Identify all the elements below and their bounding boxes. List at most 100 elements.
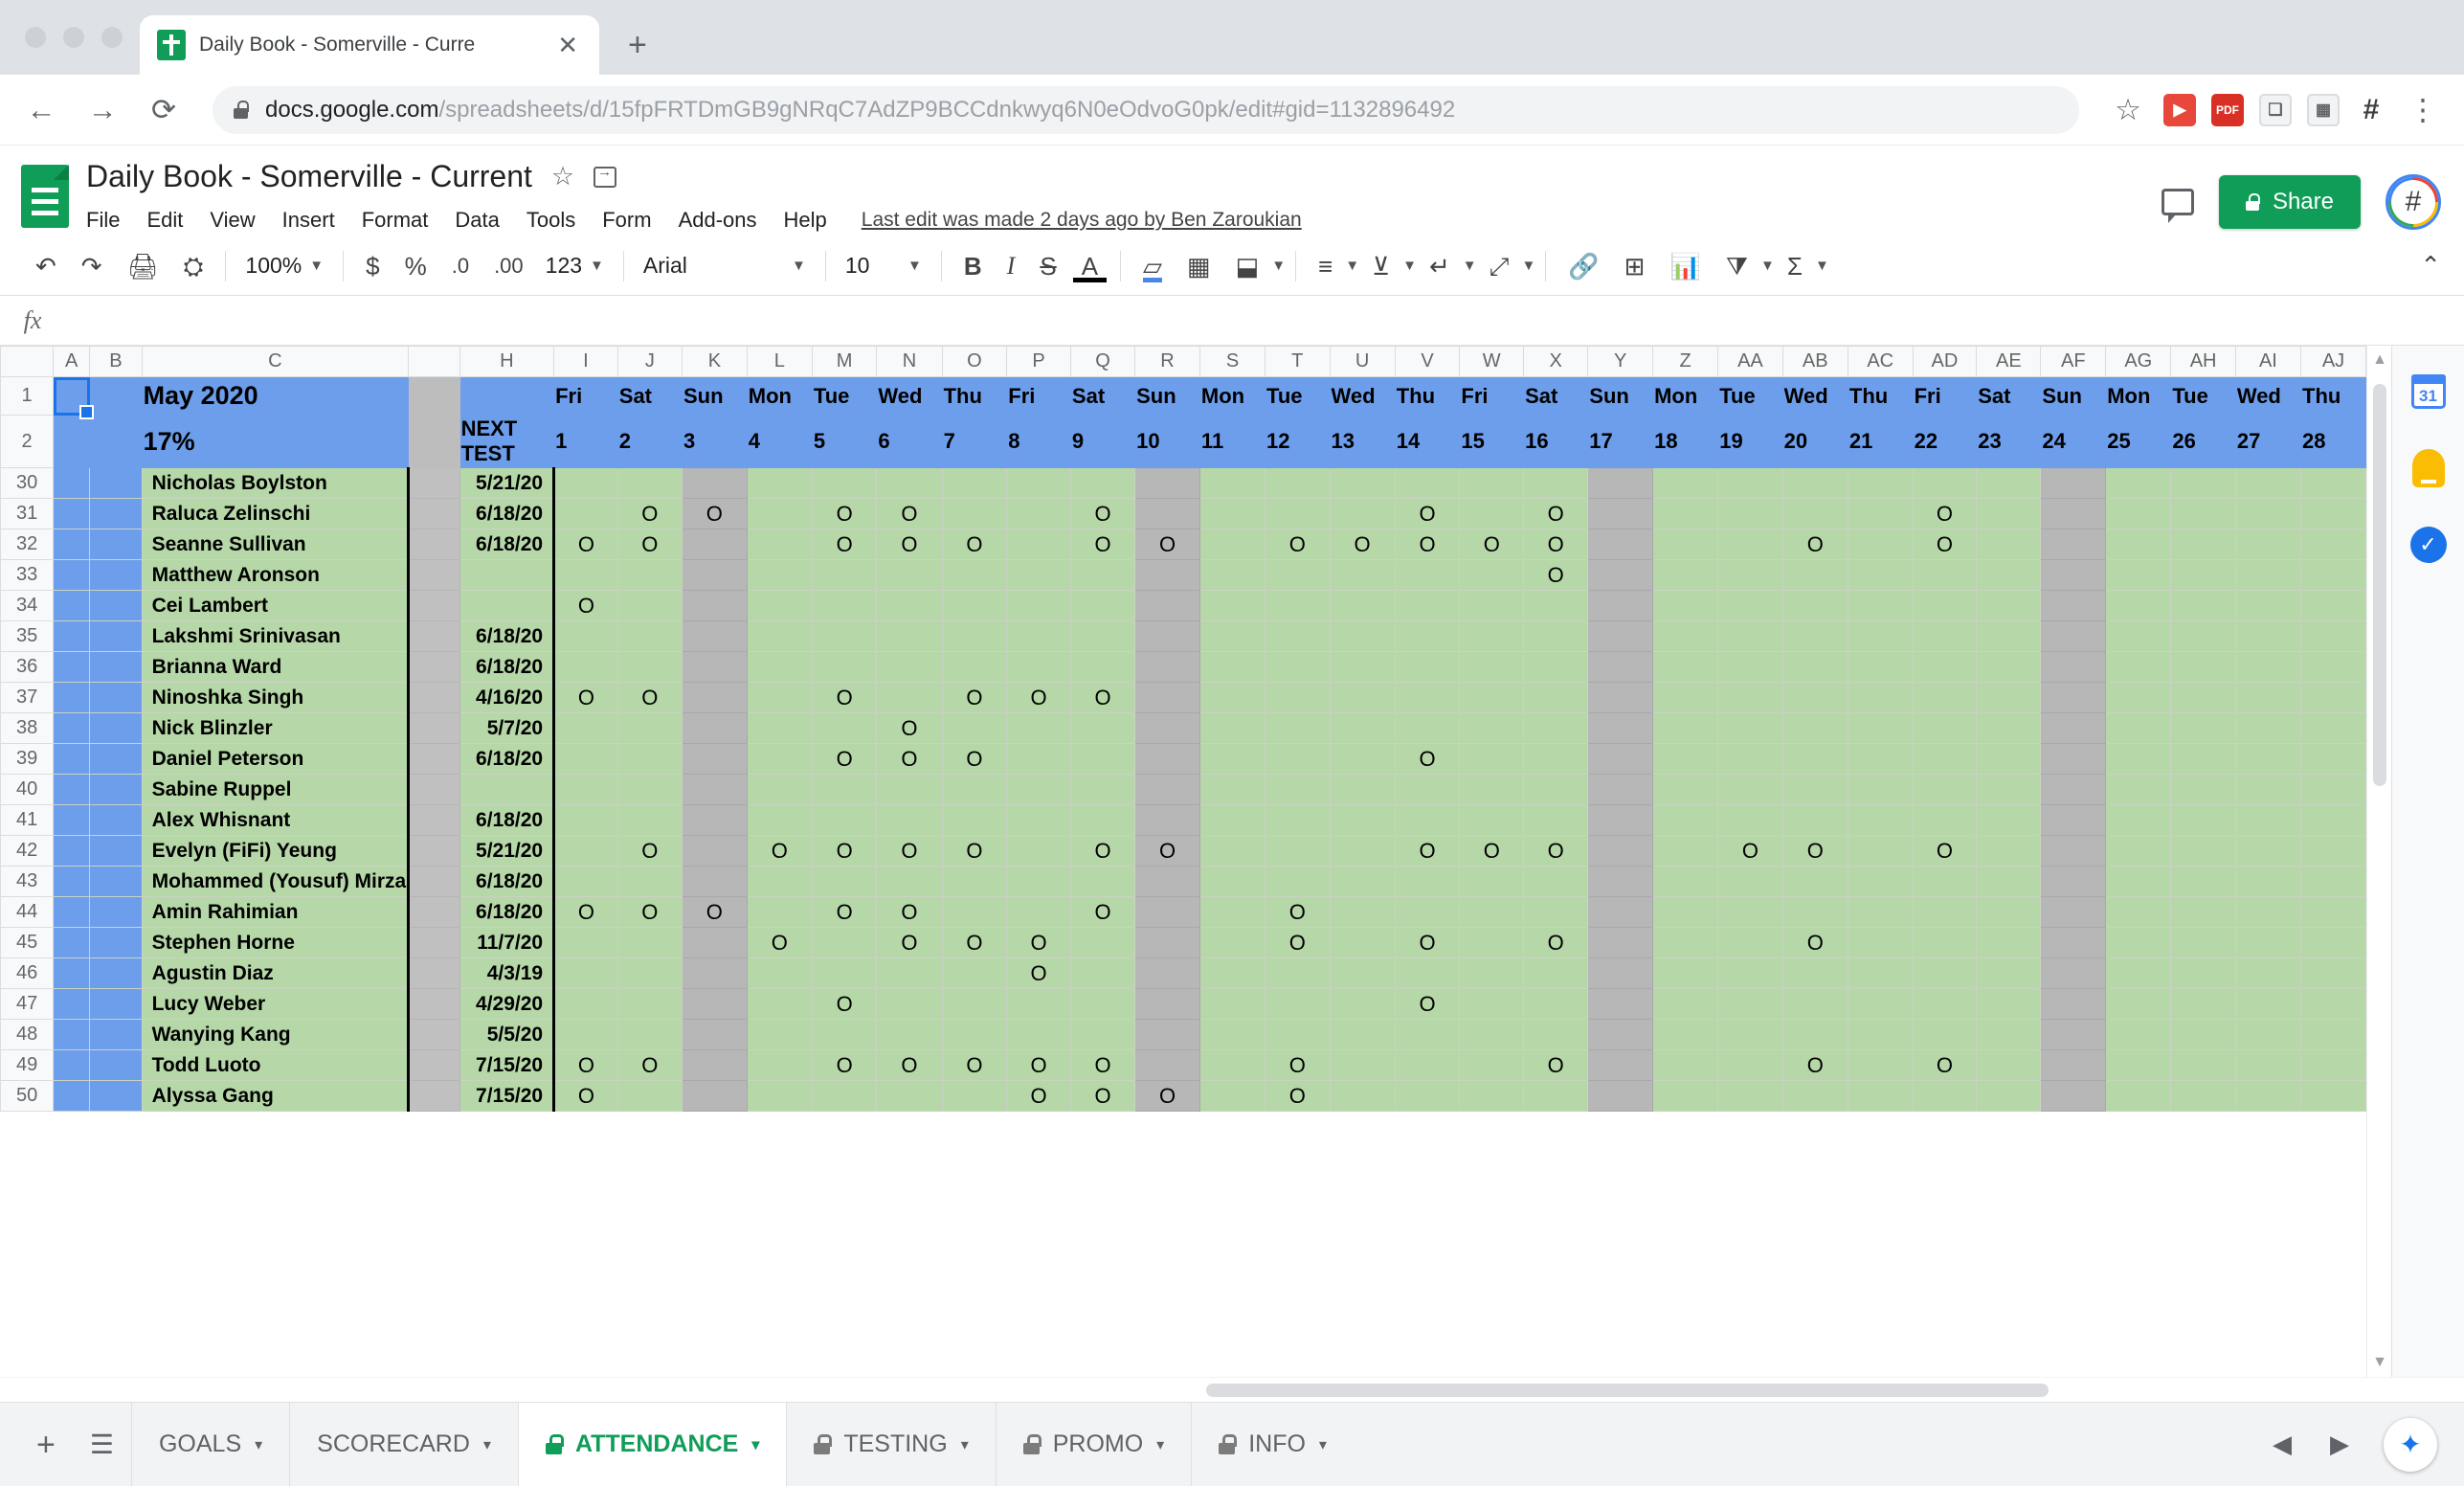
address-bar[interactable]: docs.google.com/spreadsheets/d/15fpFRTDm… xyxy=(213,86,2079,134)
attendance-cell[interactable] xyxy=(1199,652,1265,683)
attendance-cell[interactable] xyxy=(2041,529,2106,560)
attendance-cell[interactable]: O xyxy=(1266,897,1330,928)
attendance-cell[interactable]: O xyxy=(617,529,682,560)
attendance-cell[interactable]: O xyxy=(1266,928,1330,958)
attendance-cell[interactable] xyxy=(2106,744,2171,775)
row-header-42[interactable]: 42 xyxy=(1,836,54,867)
extension-icon-1[interactable]: ▶ xyxy=(2163,94,2196,126)
attendance-cell[interactable] xyxy=(877,652,942,683)
attendance-cell[interactable] xyxy=(2235,652,2300,683)
attendance-cell[interactable]: O xyxy=(1135,529,1200,560)
attendance-cell[interactable]: O xyxy=(617,499,682,529)
menu-form[interactable]: Form xyxy=(589,204,664,236)
attendance-cell[interactable] xyxy=(1460,713,1524,744)
attendance-cell[interactable] xyxy=(617,989,682,1020)
attendance-cell[interactable] xyxy=(1782,958,1848,989)
attendance-cell[interactable] xyxy=(747,1081,812,1112)
attendance-cell[interactable] xyxy=(1070,958,1134,989)
attendance-cell[interactable] xyxy=(1524,1081,1588,1112)
cell-A[interactable] xyxy=(54,775,90,805)
attendance-cell[interactable] xyxy=(554,499,618,529)
attendance-cell[interactable] xyxy=(1330,560,1395,591)
attendance-cell[interactable]: O xyxy=(617,1050,682,1081)
attendance-cell[interactable] xyxy=(617,591,682,621)
attendance-cell[interactable] xyxy=(1977,775,2041,805)
attendance-cell[interactable] xyxy=(2171,989,2235,1020)
table-row[interactable]: 38Nick Blinzler5/7/20O xyxy=(1,713,2366,744)
attendance-cell[interactable] xyxy=(1460,1020,1524,1050)
horizontal-align-icon[interactable]: ≡ xyxy=(1306,254,1345,279)
attendance-cell[interactable] xyxy=(2041,1020,2106,1050)
attendance-cell[interactable]: O xyxy=(1330,529,1395,560)
attendance-cell[interactable] xyxy=(1913,683,1977,713)
attendance-cell[interactable] xyxy=(1524,958,1588,989)
attendance-cell[interactable] xyxy=(877,683,942,713)
attendance-cell[interactable] xyxy=(1135,958,1200,989)
attendance-cell[interactable] xyxy=(812,775,876,805)
attendance-cell[interactable] xyxy=(554,928,618,958)
attendance-cell[interactable] xyxy=(1524,591,1588,621)
day-number-header[interactable]: 13 xyxy=(1330,416,1395,468)
attendance-cell[interactable]: O xyxy=(747,836,812,867)
attendance-cell[interactable] xyxy=(1007,744,1071,775)
attendance-cell[interactable] xyxy=(1524,775,1588,805)
attendance-cell[interactable] xyxy=(682,591,747,621)
person-name-cell[interactable]: Brianna Ward xyxy=(142,652,409,683)
column-header-M[interactable]: M xyxy=(812,347,876,377)
attendance-cell[interactable] xyxy=(1395,1020,1460,1050)
attendance-cell[interactable] xyxy=(1135,867,1200,897)
attendance-cell[interactable] xyxy=(812,805,876,836)
attendance-cell[interactable] xyxy=(1848,1081,1913,1112)
chevron-down-icon[interactable]: ▾ xyxy=(961,1435,969,1454)
filter-icon[interactable]: ⧩ xyxy=(1714,254,1760,279)
attendance-cell[interactable] xyxy=(2106,897,2171,928)
person-name-cell[interactable]: Ninoshka Singh xyxy=(142,683,409,713)
tasks-icon[interactable] xyxy=(2408,524,2450,566)
attendance-cell[interactable] xyxy=(1330,1081,1395,1112)
attendance-cell[interactable] xyxy=(2041,499,2106,529)
attendance-cell[interactable] xyxy=(617,958,682,989)
attendance-cell[interactable] xyxy=(2235,499,2300,529)
attendance-cell[interactable] xyxy=(1977,560,2041,591)
cell-A[interactable] xyxy=(54,713,90,744)
attendance-cell[interactable]: O xyxy=(1395,499,1460,529)
attendance-cell[interactable] xyxy=(1977,1081,2041,1112)
attendance-cell[interactable] xyxy=(1070,1020,1134,1050)
attendance-cell[interactable] xyxy=(1460,775,1524,805)
attendance-cell[interactable]: O xyxy=(812,1050,876,1081)
attendance-cell[interactable] xyxy=(1588,805,1653,836)
person-name-cell[interactable]: Sabine Ruppel xyxy=(142,775,409,805)
attendance-cell[interactable] xyxy=(2235,897,2300,928)
select-all-corner[interactable] xyxy=(1,347,54,377)
attendance-cell[interactable] xyxy=(1588,958,1653,989)
table-row[interactable]: 41Alex Whisnant6/18/20 xyxy=(1,805,2366,836)
day-number-header[interactable]: 3 xyxy=(682,416,747,468)
attendance-cell[interactable] xyxy=(2106,1050,2171,1081)
attendance-cell[interactable] xyxy=(2171,775,2235,805)
attendance-cell[interactable] xyxy=(617,713,682,744)
column-header-K[interactable]: K xyxy=(682,347,747,377)
new-tab-button[interactable]: + xyxy=(628,29,647,61)
attendance-cell[interactable] xyxy=(554,867,618,897)
weekday-header[interactable]: Mon xyxy=(2106,377,2171,416)
cell-B[interactable] xyxy=(90,560,142,591)
attendance-cell[interactable] xyxy=(2106,499,2171,529)
sheet-tab-scorecard[interactable]: SCORECARD▾ xyxy=(289,1403,518,1486)
attendance-cell[interactable] xyxy=(812,652,876,683)
attendance-cell[interactable] xyxy=(1782,560,1848,591)
column-header-AC[interactable]: AC xyxy=(1848,347,1913,377)
cell-B[interactable] xyxy=(90,683,142,713)
attendance-cell[interactable] xyxy=(942,867,1007,897)
attendance-cell[interactable] xyxy=(1524,897,1588,928)
attendance-cell[interactable] xyxy=(1718,652,1782,683)
row-header-34[interactable]: 34 xyxy=(1,591,54,621)
attendance-cell[interactable] xyxy=(1070,560,1134,591)
attendance-cell[interactable]: O xyxy=(1782,529,1848,560)
attendance-cell[interactable] xyxy=(1135,621,1200,652)
attendance-cell[interactable] xyxy=(1718,958,1782,989)
row-header-47[interactable]: 47 xyxy=(1,989,54,1020)
minimize-window-button[interactable] xyxy=(63,27,84,48)
maximize-window-button[interactable] xyxy=(101,27,123,48)
keep-icon[interactable] xyxy=(2408,447,2450,489)
attendance-cell[interactable] xyxy=(1460,683,1524,713)
